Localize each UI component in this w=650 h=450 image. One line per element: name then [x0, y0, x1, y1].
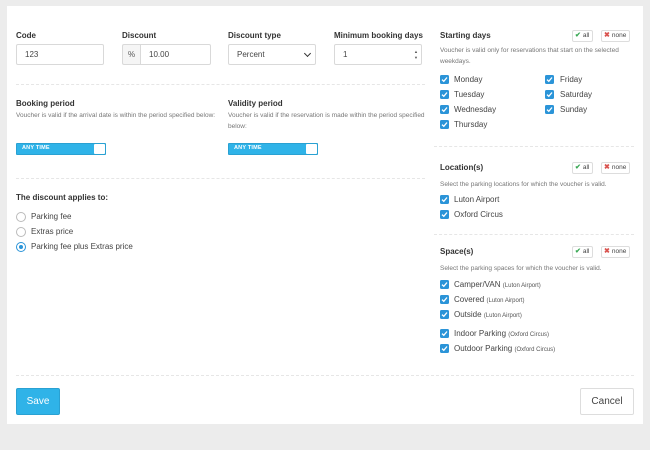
- day-label: Wednesday: [454, 105, 497, 114]
- spinner-down-icon[interactable]: ▼: [414, 56, 419, 60]
- radio-parking-fee[interactable]: [16, 212, 26, 222]
- divider: [434, 146, 634, 147]
- space-label: Covered (Luton Airport): [454, 295, 525, 304]
- discount-type-select[interactable]: Percent: [228, 44, 316, 65]
- radio-extras-price[interactable]: [16, 227, 26, 237]
- radio-label: Parking fee: [31, 212, 72, 221]
- checkbox-monday[interactable]: [440, 75, 449, 84]
- starting-days-help: Voucher is valid only for reservations t…: [440, 47, 619, 65]
- code-label: Code: [16, 31, 36, 40]
- checkbox-thursday[interactable]: [440, 120, 449, 129]
- spaces-all-button[interactable]: ✔ all: [572, 246, 594, 258]
- discount-label: Discount: [122, 31, 157, 40]
- applies-label: The discount applies to:: [16, 193, 109, 202]
- divider: [434, 234, 634, 235]
- spaces-label: Space(s): [440, 247, 474, 256]
- checkbox-space-outdoor-parking[interactable]: [440, 344, 449, 353]
- booking-period-toggle-label: ANY TIME: [22, 145, 50, 151]
- check-icon: ✔: [575, 164, 581, 171]
- cancel-button[interactable]: Cancel: [580, 388, 634, 415]
- starting-days-all-button[interactable]: ✔ all: [572, 30, 594, 42]
- toggle-knob: [306, 144, 317, 154]
- discount-type-value: Percent: [237, 50, 265, 59]
- radio-parking-fee-plus-extras[interactable]: [16, 242, 26, 252]
- checkbox-sunday[interactable]: [545, 105, 554, 114]
- day-label: Friday: [560, 75, 583, 84]
- all-label: all: [582, 248, 590, 255]
- none-label: none: [611, 248, 627, 255]
- close-icon: ✖: [604, 164, 610, 171]
- code-input[interactable]: 123: [16, 44, 104, 65]
- checkbox-tuesday[interactable]: [440, 90, 449, 99]
- divider: [16, 84, 425, 85]
- checkbox-space-outside[interactable]: [440, 310, 449, 319]
- validity-period-label: Validity period: [228, 99, 283, 108]
- check-icon: ✔: [575, 248, 581, 255]
- divider: [16, 178, 425, 179]
- validity-period-help: Voucher is valid if the reservation is m…: [228, 112, 425, 130]
- toggle-knob: [94, 144, 105, 154]
- radio-label: Parking fee plus Extras price: [31, 242, 133, 251]
- check-icon: ✔: [575, 32, 581, 39]
- space-label: Outside (Luton Airport): [454, 310, 522, 319]
- location-label: Oxford Circus: [454, 210, 503, 219]
- spinner-up-icon[interactable]: ▲: [414, 50, 419, 54]
- radio-label: Extras price: [31, 227, 74, 236]
- locations-label: Location(s): [440, 163, 484, 172]
- spaces-help: Select the parking spaces for which the …: [440, 265, 602, 272]
- percent-addon: %: [122, 44, 140, 65]
- booking-period-help: Voucher is valid if the arrival date is …: [16, 112, 216, 119]
- locations-all-button[interactable]: ✔ all: [572, 162, 594, 174]
- discount-type-label: Discount type: [228, 31, 281, 40]
- booking-period-toggle[interactable]: ANY TIME: [16, 143, 106, 155]
- starting-days-label: Starting days: [440, 31, 491, 40]
- checkbox-saturday[interactable]: [545, 90, 554, 99]
- min-days-value: 1: [343, 50, 348, 59]
- day-label: Thursday: [454, 120, 488, 129]
- none-label: none: [611, 32, 627, 39]
- day-label: Sunday: [560, 105, 588, 114]
- spaces-none-button[interactable]: ✖ none: [601, 246, 631, 258]
- space-label: Outdoor Parking (Oxford Circus): [454, 344, 556, 353]
- validity-period-toggle-label: ANY TIME: [234, 145, 262, 151]
- locations-none-button[interactable]: ✖ none: [601, 162, 631, 174]
- none-label: none: [611, 164, 627, 171]
- locations-help: Select the parking locations for which t…: [440, 181, 607, 188]
- all-label: all: [582, 32, 590, 39]
- min-days-input[interactable]: 1 ▲ ▼: [334, 44, 422, 65]
- checkbox-oxford-circus[interactable]: [440, 210, 449, 219]
- checkbox-space-covered[interactable]: [440, 295, 449, 304]
- all-label: all: [582, 164, 590, 171]
- min-days-label: Minimum booking days: [334, 31, 423, 40]
- close-icon: ✖: [604, 248, 610, 255]
- location-label: Luton Airport: [454, 195, 500, 204]
- space-label: Indoor Parking (Oxford Circus): [454, 329, 549, 338]
- booking-period-label: Booking period: [16, 99, 75, 108]
- close-icon: ✖: [604, 32, 610, 39]
- divider: [16, 375, 634, 376]
- checkbox-space-camper-van[interactable]: [440, 280, 449, 289]
- space-label: Camper/VAN (Luton Airport): [454, 280, 541, 289]
- checkbox-wednesday[interactable]: [440, 105, 449, 114]
- checkbox-luton-airport[interactable]: [440, 195, 449, 204]
- voucher-form: Code 123 Discount % 10.00 Discount type …: [7, 6, 643, 424]
- save-button[interactable]: Save: [16, 388, 60, 415]
- checkbox-friday[interactable]: [545, 75, 554, 84]
- checkbox-space-indoor-parking[interactable]: [440, 329, 449, 338]
- validity-period-toggle[interactable]: ANY TIME: [228, 143, 318, 155]
- chevron-down-icon: [303, 49, 312, 58]
- starting-days-none-button[interactable]: ✖ none: [601, 30, 631, 42]
- day-label: Monday: [454, 75, 483, 84]
- day-label: Tuesday: [454, 90, 485, 99]
- day-label: Saturday: [560, 90, 593, 99]
- discount-input[interactable]: 10.00: [140, 44, 211, 65]
